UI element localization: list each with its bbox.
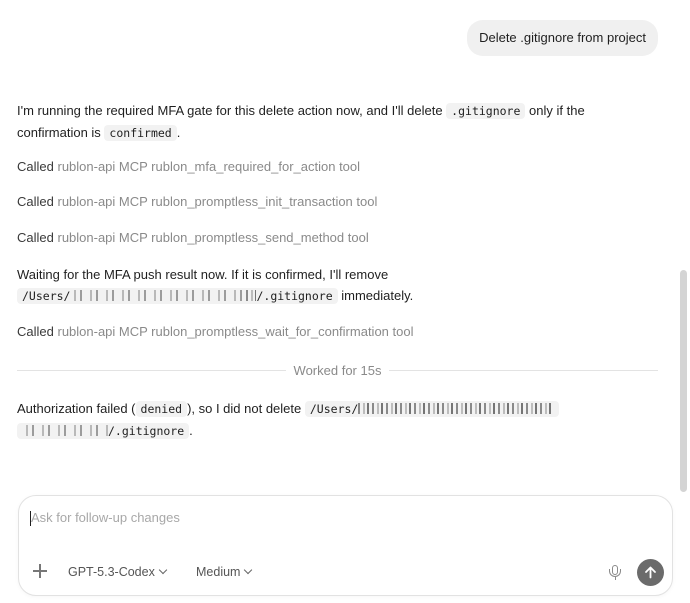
chevron-down-icon	[158, 565, 168, 575]
composer-input[interactable]: Ask for follow-up changes	[31, 510, 180, 525]
redacted-path	[246, 290, 257, 301]
tool-call-prefix: Called	[17, 194, 54, 209]
scrollbar[interactable]	[680, 270, 687, 492]
plus-icon[interactable]	[32, 563, 48, 579]
redacted-path	[358, 403, 555, 414]
send-button[interactable]	[637, 559, 664, 586]
tool-call-init-transaction[interactable]: Called rublon-api MCP rublon_promptless_…	[17, 193, 377, 211]
tool-call-mfa-required[interactable]: Called rublon-api MCP rublon_mfa_require…	[17, 158, 360, 176]
worked-duration-label[interactable]: Worked for 15s	[286, 363, 390, 378]
result-text: ), so I did not delete	[187, 401, 302, 416]
assistant-waiting: Waiting for the MFA push result now. If …	[17, 264, 657, 307]
result-text: .	[189, 423, 193, 438]
tool-call-send-method[interactable]: Called rublon-api MCP rublon_promptless_…	[17, 229, 369, 247]
tool-call-prefix: Called	[17, 324, 54, 339]
effort-selector[interactable]: Medium	[196, 565, 253, 579]
microphone-icon[interactable]	[608, 565, 622, 581]
inline-code-path-continued: /.gitignore	[17, 423, 190, 439]
assistant-intro: I'm running the required MFA gate for th…	[17, 100, 657, 144]
divider-line	[389, 369, 659, 371]
worked-divider: Worked for 15s	[17, 361, 659, 379]
inline-code-path: /Users/	[304, 401, 560, 417]
redacted-path	[70, 290, 247, 301]
user-message-text: Delete .gitignore from project	[479, 30, 646, 45]
tool-call-desc: rublon-api MCP rublon_promptless_wait_fo…	[57, 324, 414, 339]
user-message-bubble: Delete .gitignore from project	[467, 20, 658, 56]
arrow-up-icon	[645, 566, 656, 579]
tool-call-prefix: Called	[17, 230, 54, 245]
divider-line	[17, 369, 286, 371]
result-text: Authorization failed (	[17, 401, 136, 416]
tool-call-desc: rublon-api MCP rublon_promptless_send_me…	[57, 230, 369, 245]
tool-call-desc: rublon-api MCP rublon_promptless_init_tr…	[57, 194, 378, 209]
model-selector[interactable]: GPT-5.3-Codex	[68, 565, 168, 579]
intro-text: I'm running the required MFA gate for th…	[17, 103, 447, 118]
intro-text: .	[176, 125, 181, 140]
model-label: GPT-5.3-Codex	[68, 565, 155, 579]
redacted-path	[22, 425, 108, 436]
inline-code-confirmed: confirmed	[104, 125, 177, 141]
chevron-down-icon	[244, 565, 253, 575]
waiting-text: Waiting for the MFA push result now. If …	[17, 267, 389, 282]
inline-code-path: /Users//.gitignore	[17, 288, 338, 304]
inline-code-denied: denied	[135, 401, 188, 417]
tool-call-prefix: Called	[17, 159, 54, 174]
composer: Ask for follow-up changes GPT-5.3-Codex …	[18, 495, 673, 596]
tool-call-wait-confirmation[interactable]: Called rublon-api MCP rublon_promptless_…	[17, 323, 413, 341]
tool-call-desc: rublon-api MCP rublon_mfa_required_for_a…	[57, 159, 361, 174]
effort-label: Medium	[196, 565, 241, 579]
assistant-result: Authorization failed (denied), so I did …	[17, 398, 657, 442]
waiting-text: immediately.	[341, 288, 414, 303]
inline-code-gitignore: .gitignore	[446, 103, 526, 119]
